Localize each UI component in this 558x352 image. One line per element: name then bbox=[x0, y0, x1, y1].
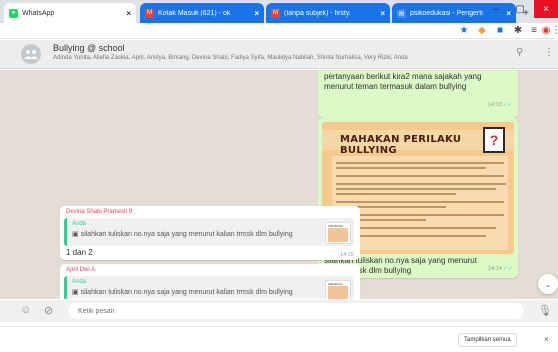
scroll-down-button[interactable]: ⌄ bbox=[538, 274, 558, 294]
extension-icon[interactable]: ✱ bbox=[512, 25, 524, 37]
emoji-icon[interactable]: ☺ bbox=[20, 304, 31, 316]
message-text: pertanyaan berikut kira2 mana sajakah ya… bbox=[324, 72, 482, 91]
quote-thumbnail: MAHAKAN PERILAKU bbox=[325, 222, 351, 244]
question-mark-icon: ? bbox=[483, 127, 505, 153]
window-close-button[interactable]: × bbox=[534, 0, 558, 18]
download-bar: Tampilkan semua × bbox=[0, 326, 558, 352]
tab-gmail-inbox[interactable]: M Kotak Masuk (621) - ok × bbox=[140, 3, 264, 23]
group-members: Adinda Yunita, Aliefia Zaskia, April, Ar… bbox=[53, 55, 408, 61]
read-ticks-icon: ✓✓ bbox=[503, 266, 513, 272]
poster-text-line bbox=[336, 214, 504, 216]
close-icon[interactable]: × bbox=[126, 9, 131, 18]
show-all-button[interactable]: Tampilkan semua bbox=[458, 333, 517, 347]
message-time: 14:15 bbox=[340, 252, 354, 258]
extension-icon[interactable]: ◆ bbox=[476, 25, 488, 37]
message-text: 1 dan 2 bbox=[66, 248, 93, 257]
chat-body[interactable]: pertanyaan berikut kira2 mana sajakah ya… bbox=[0, 70, 558, 299]
incoming-message[interactable]: April Dwi A. Anda ▣ silahkan tuliskan no… bbox=[60, 264, 360, 299]
maximize-button[interactable]: ▢ bbox=[508, 0, 532, 18]
poster-text-line bbox=[336, 183, 506, 185]
gmail-icon: M bbox=[145, 8, 154, 18]
minimize-button[interactable]: – bbox=[484, 0, 508, 18]
browser-tab-strip: ● WhatsApp × M Kotak Masuk (621) - ok × … bbox=[0, 0, 558, 23]
composer: ☺ ⊘ 🎙︎ bbox=[0, 300, 558, 322]
sender-name: Devina Shabi Pramesti 9 bbox=[66, 209, 133, 215]
tab-label: Kotak Masuk (621) - ok bbox=[158, 9, 231, 17]
message-time: 14:14 ✓✓ bbox=[488, 266, 513, 272]
close-icon[interactable]: × bbox=[544, 335, 549, 344]
extension-icon[interactable]: ■ bbox=[494, 25, 506, 37]
close-icon[interactable]: × bbox=[254, 9, 259, 18]
group-name: Bullying @ school bbox=[53, 43, 125, 53]
message-input[interactable] bbox=[68, 303, 524, 319]
tab-label: WhatsApp bbox=[22, 9, 55, 17]
docs-icon: ▤ bbox=[397, 8, 406, 18]
poster-text-line bbox=[336, 227, 496, 229]
image-icon: ▣ bbox=[72, 289, 81, 296]
whatsapp-icon: ● bbox=[9, 8, 18, 18]
poster-text-line bbox=[336, 167, 486, 169]
chat-header[interactable]: Bullying @ school Adinda Yunita, Aliefia… bbox=[0, 40, 558, 69]
poster-text-line bbox=[336, 175, 504, 177]
poster-text-line bbox=[336, 188, 496, 190]
poster-text-line bbox=[336, 162, 504, 164]
search-icon[interactable]: ⚲ bbox=[516, 47, 523, 58]
browser-toolbar: ★ ◆ ■ ✱ ≡ ◉ ⋮ bbox=[0, 23, 558, 39]
quote-thumbnail: MAHAKAN PERILAKU bbox=[325, 280, 351, 299]
tab-label: (tanpa subjek) - firsty. bbox=[284, 9, 351, 17]
queue-icon[interactable]: ≡ bbox=[528, 25, 540, 37]
quoted-message[interactable]: Anda ▣ silahkan tuliskan no.nya saja yan… bbox=[64, 218, 354, 246]
outgoing-message[interactable]: pertanyaan berikut kira2 mana sajakah ya… bbox=[318, 70, 518, 118]
gmail-icon: M bbox=[271, 8, 280, 18]
microphone-icon[interactable]: 🎙︎ bbox=[538, 304, 552, 317]
poster-text-line bbox=[336, 193, 456, 195]
poster-text-line bbox=[336, 201, 504, 203]
attach-icon[interactable]: ⊘ bbox=[44, 304, 53, 317]
image-icon: ▣ bbox=[72, 231, 81, 238]
quote-sender: Anda bbox=[72, 221, 87, 227]
star-icon[interactable]: ★ bbox=[458, 25, 470, 37]
quote-text: ▣ silahkan tuliskan no.nya saja yang men… bbox=[72, 231, 293, 238]
message-time: 14:13 ✓✓ bbox=[488, 102, 513, 108]
group-avatar[interactable] bbox=[21, 44, 41, 64]
menu-icon[interactable]: ⋮ bbox=[550, 25, 558, 37]
quote-text: ▣ silahkan tuliskan no.nya saja yang men… bbox=[72, 289, 293, 296]
menu-icon[interactable]: ⋮ bbox=[544, 47, 554, 58]
tab-gmail-draft[interactable]: M (tanpa subjek) - firsty. × bbox=[266, 3, 390, 23]
incoming-message[interactable]: Devina Shabi Pramesti 9 Anda ▣ silahkan … bbox=[60, 206, 360, 260]
chevron-down-icon: ⌄ bbox=[544, 278, 552, 289]
quote-sender: Anda bbox=[72, 279, 87, 285]
sender-name: April Dwi A. bbox=[66, 267, 97, 273]
tab-whatsapp[interactable]: ● WhatsApp × bbox=[4, 3, 136, 23]
close-icon[interactable]: × bbox=[380, 9, 385, 18]
quoted-message[interactable]: Anda ▣ silahkan tuliskan no.nya saja yan… bbox=[64, 276, 354, 299]
group-icon bbox=[24, 50, 38, 59]
read-ticks-icon: ✓✓ bbox=[503, 102, 513, 108]
